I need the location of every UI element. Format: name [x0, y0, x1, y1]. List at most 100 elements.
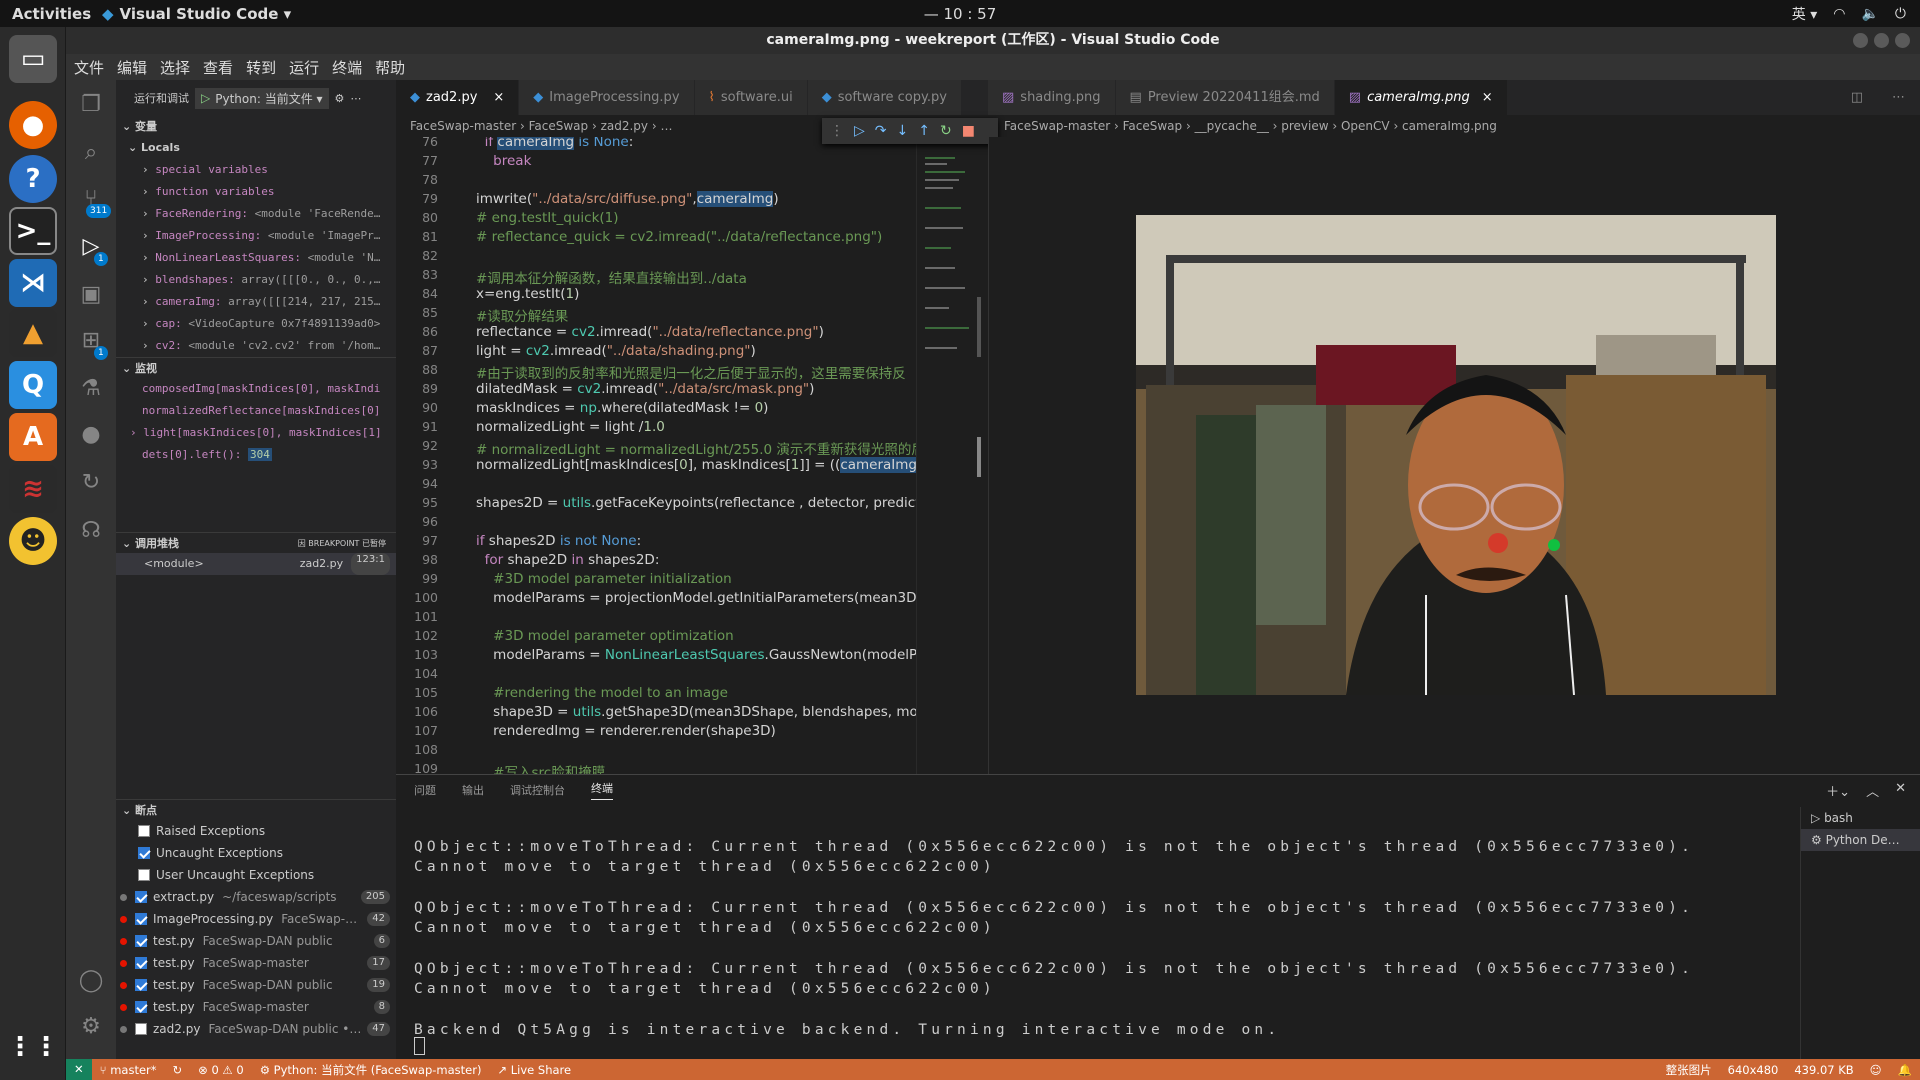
files-icon[interactable]: ▭ [9, 35, 57, 83]
stop-icon[interactable]: ■ [962, 123, 975, 139]
activities-button[interactable]: Activities [12, 5, 91, 23]
github-icon[interactable]: ● [78, 422, 104, 448]
more-actions-icon[interactable]: ⋯ [350, 92, 361, 105]
checkbox[interactable] [135, 935, 147, 947]
variable-row[interactable]: › blendshapes: array([[[0., 0., 0.,… [116, 269, 396, 291]
checkbox[interactable] [138, 869, 150, 881]
close-panel-icon[interactable]: ✕ [1895, 781, 1906, 800]
tab-software-ui[interactable]: ⌇ software.ui [694, 80, 808, 115]
accounts-icon[interactable]: ◯ [78, 968, 104, 994]
expand-chevron-icon[interactable]: › [142, 339, 155, 352]
image-zoom-status[interactable]: 整张图片 [1658, 1062, 1720, 1078]
split-editor-icon[interactable]: ◫ [1836, 80, 1878, 115]
locals-scope[interactable]: ⌄ Locals [116, 137, 396, 159]
system-tray[interactable]: 英 ▾ ◠ 🔈 ⏻ [1792, 4, 1906, 24]
breakpoint-row[interactable]: test.py FaceSwap-master 17 [116, 952, 396, 974]
tab-software-copy[interactable]: ◆ software copy.py [807, 80, 962, 115]
wifi-icon[interactable]: ◠ [1833, 6, 1845, 22]
watch-item[interactable]: composedImg[maskIndices[0], maskIndi [116, 378, 396, 400]
close-tab-icon[interactable]: × [493, 80, 504, 115]
code-editor[interactable]: 76 77 78 79 80 81 82 83 84 85 86 87 88 89 90 91 92 93 94 95… [396, 137, 916, 774]
breakpoint-row[interactable]: test.py FaceSwap-DAN public 6 [116, 930, 396, 952]
watch-item[interactable]: dets[0].left(): 304 [116, 444, 396, 466]
checkbox[interactable] [135, 1001, 147, 1013]
variables-section-header[interactable]: ⌄ 变量 [116, 116, 396, 137]
restart-icon[interactable]: ↻ [940, 123, 952, 139]
tab-terminal[interactable]: 终端 [591, 780, 613, 800]
variable-row[interactable]: › special variables [116, 159, 396, 181]
expand-chevron-icon[interactable]: › [142, 207, 155, 220]
watch-item[interactable]: normalizedReflectance[maskIndices[0] [116, 400, 396, 422]
more-actions-icon[interactable]: ⋯ [1878, 80, 1920, 115]
breadcrumb-left[interactable]: FaceSwap-master › FaceSwap › zad2.py › … [410, 115, 672, 137]
tab-preview-md[interactable]: ▤ Preview 20220411组会.md [1115, 80, 1335, 115]
live-share-status[interactable]: ↗ Live Share [489, 1063, 579, 1077]
variable-row[interactable]: › function variables [116, 181, 396, 203]
terminal-output[interactable]: QObject::moveToThread: Current thread (0… [414, 837, 1764, 1040]
watch-item[interactable]: › light[maskIndices[0], maskIndices[1] [116, 422, 396, 444]
manage-gear-icon[interactable]: ⚙ [78, 1014, 104, 1040]
show-apps-icon[interactable]: ⋮⋮ [7, 1023, 59, 1071]
stack-frame[interactable]: <module> zad2.py 123:1 [116, 553, 396, 575]
search-icon[interactable]: ⌕ [78, 140, 104, 166]
breakpoint-row[interactable]: zad2.py FaceSwap-DAN public •… 47 [116, 1018, 396, 1040]
menu-run[interactable]: 运行 [289, 57, 319, 78]
expand-chevron-icon[interactable]: › [142, 295, 155, 308]
variable-row[interactable]: › cameraImg: array([[[214, 217, 215… [116, 291, 396, 313]
tab-cameraimg[interactable]: ▨ cameraImg.png × [1334, 80, 1508, 115]
variable-row[interactable]: › FaceRendering: <module 'FaceRende… [116, 203, 396, 225]
mascot-app-icon[interactable]: ☻ [9, 517, 57, 565]
breakpoint-row[interactable]: test.py FaceSwap-DAN public 19 [116, 974, 396, 996]
variable-row[interactable]: › cap: <VideoCapture 0x7f4891139ad0> [116, 313, 396, 335]
live-share-icon[interactable]: ↻ [78, 470, 104, 496]
testing-icon[interactable]: ⚗ [78, 376, 104, 402]
checkbox[interactable] [135, 1023, 147, 1035]
matlab-icon[interactable]: ▲ [9, 309, 57, 357]
expand-chevron-icon[interactable]: › [142, 229, 155, 242]
step-over-icon[interactable]: ↷ [875, 123, 887, 139]
help-icon[interactable]: ? [9, 155, 57, 203]
checkbox[interactable] [135, 979, 147, 991]
vscode-dock-icon[interactable]: ⋊ [9, 259, 57, 307]
variable-row[interactable]: › cv2: <module 'cv2.cv2' from '/hom… [116, 335, 396, 357]
exception-breakpoint[interactable]: Raised Exceptions [116, 820, 396, 842]
sync-icon[interactable]: ↻ [165, 1063, 191, 1077]
breadcrumb-right[interactable]: FaceSwap-master › FaceSwap › __pycache__… [1004, 115, 1497, 137]
power-icon[interactable]: ⏻ [1895, 6, 1906, 22]
tab-zad2[interactable]: ◆ zad2.py × [396, 80, 520, 115]
volume-icon[interactable]: 🔈 [1861, 6, 1878, 22]
variable-row[interactable]: › ImageProcessing: <module 'ImagePr… [116, 225, 396, 247]
checkbox[interactable] [138, 847, 150, 859]
terminal-bash[interactable]: ▷ bash [1801, 807, 1920, 829]
expand-chevron-icon[interactable]: › [142, 317, 155, 330]
breakpoint-row[interactable]: extract.py ~/faceswap/scripts 205 [116, 886, 396, 908]
branch-status[interactable]: ⑂ master* [92, 1063, 165, 1077]
remote-explorer-icon[interactable]: ▣ [78, 282, 104, 308]
new-terminal-icon[interactable]: ＋⌄ [1826, 781, 1850, 800]
menu-view[interactable]: 查看 [203, 57, 233, 78]
tab-output[interactable]: 输出 [462, 782, 484, 798]
checkbox[interactable] [135, 891, 147, 903]
remote-indicator-icon[interactable]: ✕ [66, 1059, 92, 1080]
tab-shading[interactable]: ▨ shading.png [988, 80, 1116, 115]
ime-indicator[interactable]: 英 ▾ [1792, 4, 1817, 24]
tab-debug-console[interactable]: 调试控制台 [510, 782, 565, 798]
feedback-icon[interactable]: ☺ [1862, 1063, 1890, 1077]
exception-breakpoint[interactable]: Uncaught Exceptions [116, 842, 396, 864]
terminal-icon[interactable]: >_ [9, 207, 57, 255]
variable-row[interactable]: › NonLinearLeastSquares: <module 'N… [116, 247, 396, 269]
checkbox[interactable] [135, 913, 147, 925]
drag-handle-icon[interactable]: ⋮ [830, 123, 844, 139]
callstack-section-header[interactable]: ⌄ 调用堆栈因 BREAKPOINT 已暂停 [116, 532, 396, 553]
expand-chevron-icon[interactable]: › [142, 273, 155, 286]
step-out-icon[interactable]: ↑ [918, 123, 930, 139]
launch-config-select[interactable]: ▷ Python: 当前文件 ▾ [195, 87, 329, 109]
breakpoint-row[interactable]: test.py FaceSwap-master 8 [116, 996, 396, 1018]
close-tab-icon[interactable]: × [1482, 80, 1493, 115]
expand-chevron-icon[interactable]: › [142, 185, 155, 198]
settings-gear-icon[interactable]: ⚙ [335, 92, 345, 105]
camera-image[interactable] [1136, 215, 1776, 695]
start-debug-icon[interactable]: ▷ [201, 91, 210, 105]
problems-status[interactable]: ⊗ 0 ⚠ 0 [190, 1063, 252, 1077]
menu-edit[interactable]: 编辑 [117, 57, 147, 78]
